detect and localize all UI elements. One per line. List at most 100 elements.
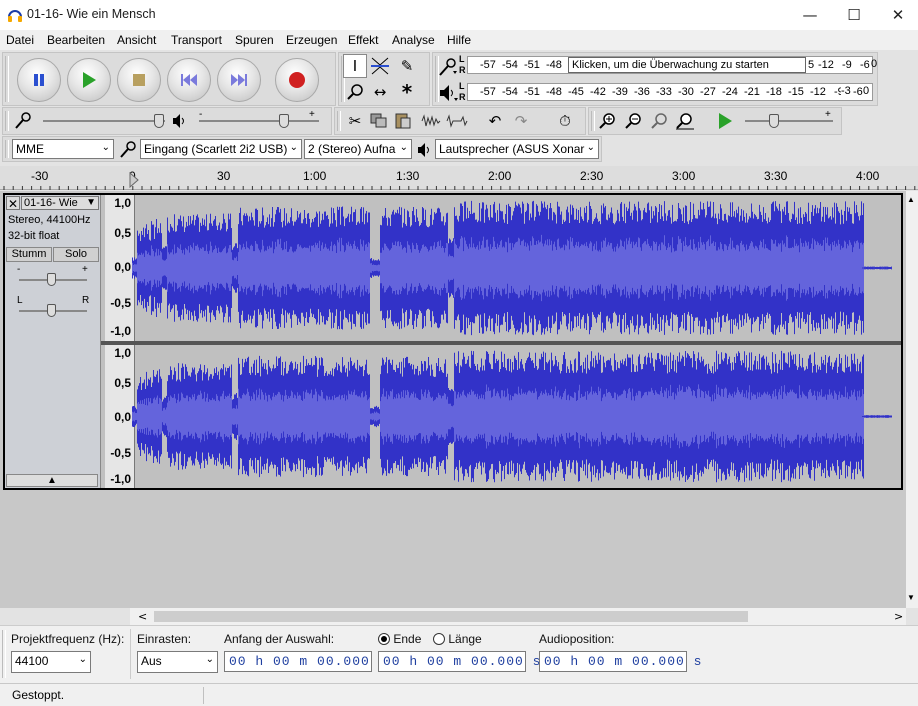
mute-button[interactable]: Stumm <box>6 247 52 262</box>
play-icon <box>83 72 96 88</box>
chevron-down-icon: ⌄ <box>399 142 408 153</box>
horizontal-scrollbar[interactable]: < > <box>130 608 906 625</box>
skip-to-start-button[interactable] <box>167 58 211 102</box>
snap-select[interactable]: Aus ⌄ <box>137 651 218 673</box>
close-button[interactable]: ✕ <box>875 0 918 30</box>
menu-spuren[interactable]: Spuren <box>235 33 274 47</box>
recording-volume-thumb[interactable] <box>154 114 164 128</box>
monitor-tooltip[interactable]: Klicken, um die Überwachung zu starten <box>568 57 806 73</box>
track-name: 01-16- Wie <box>24 197 78 209</box>
play-at-speed-button[interactable] <box>713 109 737 133</box>
audio-host-select[interactable]: MME ⌄ <box>12 139 114 159</box>
timeline-ruler[interactable]: -30 0 30 1:00 1:30 2:00 2:30 3:00 3:30 4… <box>0 166 918 190</box>
play-speed-slider[interactable] <box>745 120 833 122</box>
time-shift-tool[interactable]: ↔ <box>368 80 392 104</box>
menu-analyse[interactable]: Analyse <box>392 33 435 47</box>
solo-button[interactable]: Solo <box>53 247 99 262</box>
draw-tool[interactable]: ✎ <box>395 54 419 78</box>
skip-to-end-button[interactable] <box>217 58 261 102</box>
recording-volume-slider[interactable] <box>43 120 165 122</box>
playback-meter-speaker-icon[interactable] <box>438 83 460 103</box>
length-radio-label: Länge <box>448 632 482 646</box>
scroll-left-icon[interactable]: < <box>138 610 147 623</box>
envelope-tool[interactable] <box>368 54 392 78</box>
scroll-up-icon[interactable]: ▲ <box>907 195 915 204</box>
recording-device-select[interactable]: Eingang (Scarlett 2i2 USB) ⌄ <box>140 139 302 159</box>
toolbar-grip[interactable] <box>5 111 9 131</box>
end-radio-indicator[interactable] <box>378 633 390 645</box>
ruler-label: 30 <box>217 169 231 183</box>
trim-button[interactable] <box>419 109 443 133</box>
menu-bearbeiten[interactable]: Bearbeiten <box>47 33 105 47</box>
track-close-button[interactable]: ✕ <box>6 196 20 211</box>
audio-track: ✕ 01-16- Wie ▼ Stereo, 44100Hz 32-bit fl… <box>3 193 903 490</box>
minimize-button[interactable]: — <box>787 0 833 30</box>
selection-tool[interactable]: I <box>343 54 367 78</box>
maximize-button[interactable]: ☐ <box>831 0 877 30</box>
project-rate-select[interactable]: 44100 ⌄ <box>11 651 91 673</box>
record-meter-microphone-icon[interactable] <box>437 57 459 77</box>
gain-thumb[interactable] <box>47 273 56 286</box>
pan-thumb[interactable] <box>47 304 56 317</box>
menu-effekt[interactable]: Effekt <box>348 33 378 47</box>
record-button[interactable] <box>275 58 319 102</box>
pause-button[interactable] <box>17 58 61 102</box>
recording-channels-select[interactable]: 2 (Stereo) Aufna ⌄ <box>304 139 412 159</box>
play-speed-thumb[interactable] <box>769 114 779 128</box>
waveform-left-channel[interactable] <box>132 195 892 341</box>
play-button[interactable] <box>67 58 111 102</box>
length-radio[interactable]: Länge <box>433 632 482 646</box>
scroll-right-icon[interactable]: > <box>894 610 903 623</box>
scroll-thumb[interactable] <box>154 611 748 622</box>
menu-erzeugen[interactable]: Erzeugen <box>286 33 337 47</box>
vertical-scale-left-channel[interactable]: 1,0 0,5 0,0 -0,5 -1,0 <box>105 195 135 341</box>
scale-label: 0,5 <box>114 376 131 390</box>
playback-volume-slider[interactable] <box>199 120 319 122</box>
length-radio-indicator[interactable] <box>433 633 445 645</box>
playback-device-select[interactable]: Lautsprecher (ASUS Xonar ⌄ <box>435 139 599 159</box>
playback-volume-thumb[interactable] <box>279 114 289 128</box>
menu-ansicht[interactable]: Ansicht <box>117 33 156 47</box>
redo-button[interactable]: ↷ <box>509 109 533 133</box>
pencil-icon: ✎ <box>400 57 414 75</box>
scale-label: 0,0 <box>114 260 131 274</box>
scroll-down-icon[interactable]: ▼ <box>907 593 915 602</box>
playhead-marker-icon[interactable] <box>129 172 139 188</box>
selection-start-time[interactable]: 00 h 00 m 00.000 s <box>224 651 386 672</box>
collapse-track-button[interactable]: ▲ <box>6 474 98 487</box>
cut-button[interactable]: ✂ <box>343 109 367 133</box>
multi-tool[interactable]: * <box>395 80 419 104</box>
waveform-right-channel[interactable] <box>132 345 892 488</box>
copy-button[interactable] <box>367 109 391 133</box>
toolbar-grip[interactable] <box>5 140 9 158</box>
silence-button[interactable] <box>445 109 469 133</box>
zoom-out-button[interactable] <box>621 109 645 133</box>
vertical-scale-right-channel[interactable]: 1,0 0,5 0,0 -0,5 -1,0 <box>105 345 135 488</box>
meter-tick: -57 <box>480 59 496 71</box>
record-meter[interactable]: -57 -54 -51 -48 - Klicken, um die Überwa… <box>467 56 873 74</box>
track-menu-button[interactable]: 01-16- Wie ▼ <box>21 196 99 210</box>
toolbar-grip[interactable] <box>2 630 6 678</box>
snap-label: Einrasten: <box>137 632 192 646</box>
sync-lock-button[interactable]: ⏱ <box>553 109 577 133</box>
stopwatch-icon: ⏱ <box>559 112 571 130</box>
toolbar-grip[interactable] <box>5 56 9 102</box>
selection-end-time[interactable]: 00 h 00 m 00.000 s <box>378 651 540 672</box>
menu-transport[interactable]: Transport <box>171 33 222 47</box>
zoom-in-button[interactable] <box>595 109 619 133</box>
undo-button[interactable]: ↶ <box>483 109 507 133</box>
playback-meter[interactable]: -57 -54 -51 -48 -45 -42 -39 -36 -33 -30 … <box>467 83 873 101</box>
menu-hilfe[interactable]: Hilfe <box>447 33 471 47</box>
toolbar-grip[interactable] <box>337 111 341 131</box>
audio-position-time[interactable]: 00 h 00 m 00.000 s <box>539 651 701 672</box>
menu-datei[interactable]: Datei <box>6 33 34 47</box>
fit-project-button[interactable] <box>673 109 697 133</box>
stop-button[interactable] <box>117 58 161 102</box>
end-radio[interactable]: Ende <box>378 632 421 646</box>
project-rate-value: 44100 <box>15 654 49 668</box>
ruler-label: 3:30 <box>764 169 788 183</box>
paste-button[interactable] <box>391 109 415 133</box>
fit-selection-button[interactable] <box>647 109 671 133</box>
vertical-scrollbar[interactable]: ▲ ▼ <box>906 191 918 608</box>
zoom-tool[interactable] <box>343 80 367 104</box>
